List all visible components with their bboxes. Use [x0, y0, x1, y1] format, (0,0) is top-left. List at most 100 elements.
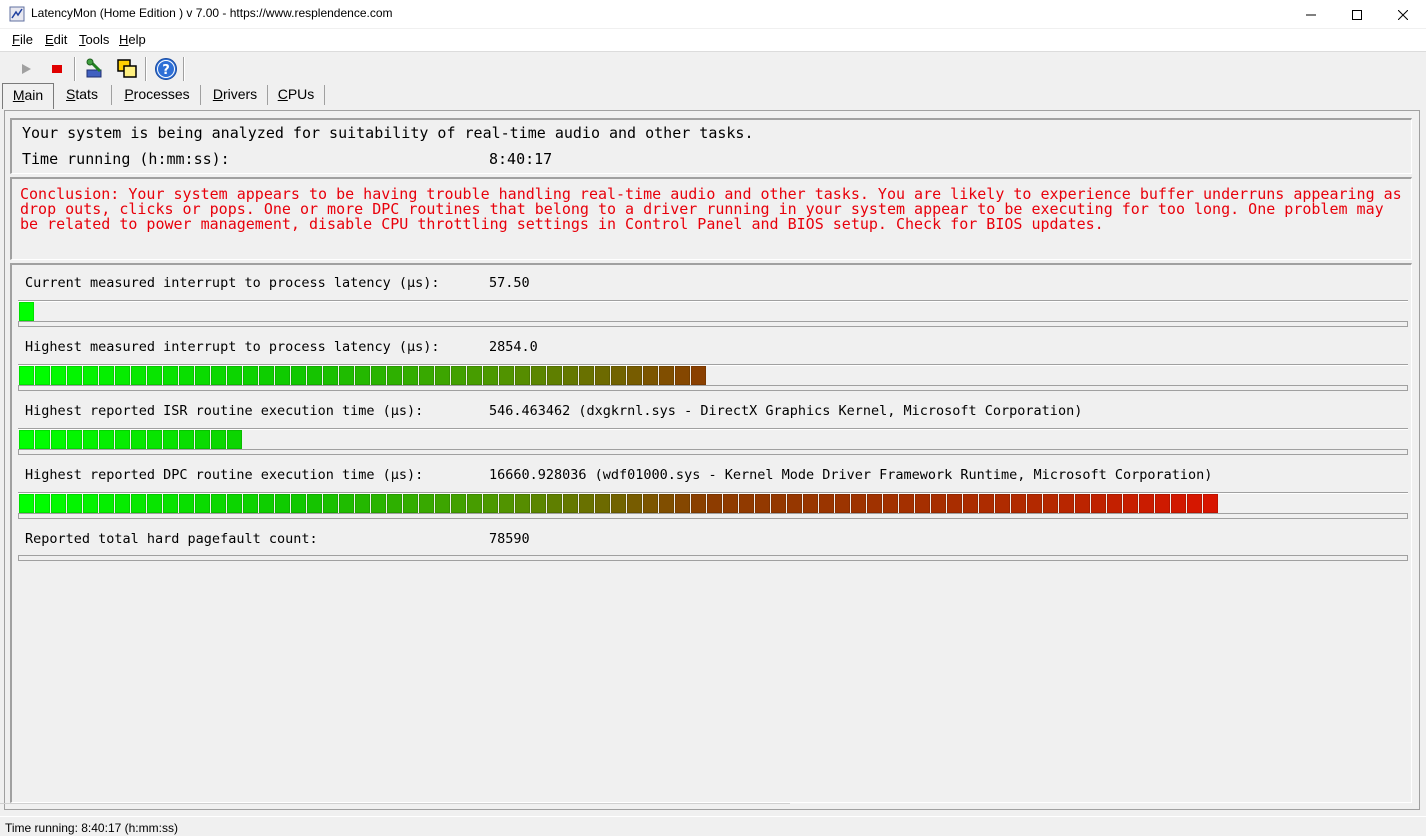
toolbar-separator-2	[145, 57, 147, 81]
menu-file-label: ile	[19, 32, 33, 47]
bar-segment	[67, 430, 82, 449]
bar-segment	[147, 430, 162, 449]
bar-segment	[435, 366, 450, 385]
help-button[interactable]: ?	[153, 56, 179, 82]
tab-main-label: ain	[24, 87, 44, 103]
bar-segment	[483, 494, 498, 513]
menu-help-label: elp	[128, 32, 146, 47]
bar-segment	[83, 430, 98, 449]
bar-segment	[131, 430, 146, 449]
tab-main[interactable]: Main	[2, 83, 54, 109]
close-button[interactable]	[1380, 0, 1426, 29]
bar-segment	[947, 494, 962, 513]
dpc-time-value: 16660.928036 (wdf01000.sys - Kernel Mode…	[489, 467, 1213, 483]
bar-segment	[387, 494, 402, 513]
bar-segment	[307, 366, 322, 385]
bar-segment	[179, 430, 194, 449]
bar-segment	[451, 366, 466, 385]
bar-segment	[675, 366, 690, 385]
menu-edit-accel: E	[45, 32, 54, 47]
bar-segment	[163, 366, 178, 385]
bar-segment	[403, 366, 418, 385]
bar-segment	[1107, 494, 1122, 513]
tab-stats[interactable]: Stats	[60, 83, 104, 107]
bar-segment	[435, 494, 450, 513]
bar-border	[18, 300, 1408, 302]
bar-segment	[547, 494, 562, 513]
stop-button[interactable]	[44, 56, 70, 82]
bar-segment	[131, 494, 146, 513]
analyzing-text: Your system is being analyzed for suitab…	[22, 124, 754, 142]
bar-segment	[51, 366, 66, 385]
bar-segment	[467, 366, 482, 385]
bar-segment	[67, 366, 82, 385]
bar-segment	[35, 494, 50, 513]
settings-button[interactable]	[82, 56, 108, 82]
bar-segment	[243, 494, 258, 513]
bar-segment	[195, 430, 210, 449]
pagefault-count-bar	[18, 549, 1408, 563]
tab-processes-accel: P	[124, 86, 134, 102]
tab-cpus[interactable]: CPUs	[272, 83, 320, 107]
tab-main-accel: M	[12, 87, 25, 103]
bar-segment	[531, 494, 546, 513]
bar-segment	[643, 366, 658, 385]
bar-fill	[19, 302, 35, 321]
bar-segment	[1155, 494, 1170, 513]
bar-segment	[643, 494, 658, 513]
bar-segment	[595, 494, 610, 513]
bar-segment	[19, 302, 34, 321]
bar-segment	[83, 494, 98, 513]
bar-segment	[35, 366, 50, 385]
main-panel: Your system is being analyzed for suitab…	[4, 110, 1420, 810]
menu-file[interactable]: File	[12, 32, 33, 47]
status-bar: Time running: 8:40:17 (h:mm:ss)	[0, 803, 1426, 836]
bar-border	[18, 449, 1408, 455]
dpc-time-bar	[18, 492, 1408, 520]
bar-segment	[563, 494, 578, 513]
conclusion-box: Conclusion: Your system appears to be ha…	[10, 177, 1412, 260]
tab-drivers[interactable]: Drivers	[206, 83, 264, 107]
play-button[interactable]	[13, 56, 39, 82]
bar-segment	[563, 366, 578, 385]
bar-segment	[163, 430, 178, 449]
menu-help-accel: H	[119, 32, 129, 47]
menu-help[interactable]: Help	[119, 32, 146, 47]
bar-segment	[339, 366, 354, 385]
minimize-button[interactable]	[1288, 0, 1334, 29]
bar-segment	[483, 366, 498, 385]
toolbar-separator	[74, 57, 76, 81]
bar-segment	[211, 430, 226, 449]
tab-separator	[200, 85, 201, 105]
bar-segment	[227, 430, 242, 449]
bar-segment	[147, 494, 162, 513]
bar-segment	[419, 366, 434, 385]
bar-segment	[99, 430, 114, 449]
tab-stats-label: tats	[75, 86, 98, 102]
bar-fill	[19, 366, 707, 385]
windows-button[interactable]	[114, 56, 140, 82]
highest-latency-value: 2854.0	[489, 339, 538, 355]
tab-processes[interactable]: Processes	[118, 83, 196, 107]
maximize-button[interactable]	[1334, 0, 1380, 29]
bar-segment	[1011, 494, 1026, 513]
bar-segment	[931, 494, 946, 513]
window-title: LatencyMon (Home Edition ) v 7.00 - http…	[31, 6, 393, 20]
menu-file-accel: F	[12, 32, 20, 47]
bar-segment	[323, 494, 338, 513]
bar-segment	[291, 366, 306, 385]
bar-segment	[1187, 494, 1202, 513]
tab-drivers-label: rivers	[222, 86, 258, 102]
status-bar-text: Time running: 8:40:17 (h:mm:ss)	[5, 821, 178, 835]
menu-tools[interactable]: Tools	[79, 32, 109, 47]
menu-edit-label: dit	[53, 32, 68, 47]
bar-segment	[371, 494, 386, 513]
current-latency-label: Current measured interrupt to process la…	[25, 275, 440, 291]
tab-cpus-accel: C	[277, 86, 288, 102]
bar-segment	[51, 494, 66, 513]
bar-segment	[227, 366, 242, 385]
current-latency-bar	[18, 300, 1408, 328]
isr-time-value: 546.463462 (dxgkrnl.sys - DirectX Graphi…	[489, 403, 1083, 419]
bar-segment	[115, 366, 130, 385]
menu-edit[interactable]: Edit	[45, 32, 67, 47]
